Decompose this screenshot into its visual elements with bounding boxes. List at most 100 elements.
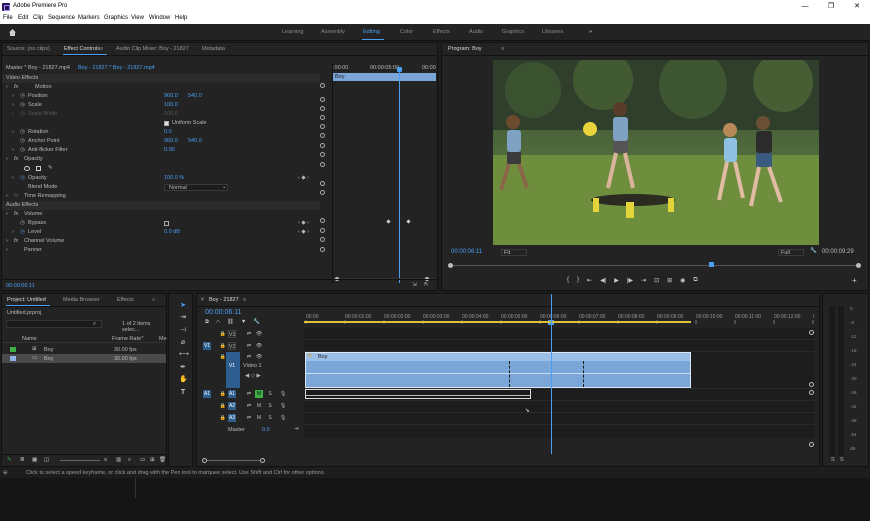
home-icon[interactable] xyxy=(8,28,17,37)
project-item-row-selected[interactable]: ▭ Boy 30.00 fps xyxy=(2,354,166,363)
settings-wrench-icon[interactable]: 🔧 xyxy=(810,248,817,254)
track-v1-target[interactable] xyxy=(226,352,240,388)
menu-graphics[interactable]: Graphics xyxy=(104,15,128,21)
maximize-button[interactable]: ❐ xyxy=(818,0,844,14)
bypass-checkbox[interactable] xyxy=(164,221,169,226)
ripple-edit-tool-icon[interactable]: ⊣ xyxy=(179,327,187,335)
go-to-out-button[interactable]: ⇥ xyxy=(641,277,646,287)
menu-clip[interactable]: Clip xyxy=(33,15,43,21)
vscroll-handle-bottom[interactable] xyxy=(809,442,814,447)
scale-value[interactable]: 100.0 xyxy=(164,101,178,110)
tab-effects[interactable]: Effects xyxy=(117,297,134,303)
hscroll-track[interactable] xyxy=(207,460,260,461)
ec-keyframe-1[interactable] xyxy=(386,219,391,224)
clip-path-label[interactable]: Boy - 21827 * Boy - 21827.mp4 xyxy=(78,65,155,71)
project-item-name[interactable]: Boy xyxy=(44,347,53,353)
solo-right-button[interactable]: S xyxy=(840,457,844,463)
slip-tool-icon[interactable]: ⟷ xyxy=(179,351,189,359)
ellipse-mask-icon[interactable] xyxy=(24,166,30,171)
tab-effect-controls[interactable]: Effect Controls xyxy=(64,46,100,52)
bypass-row[interactable]: ◷ Bypass ‹ ◆ › xyxy=(2,219,320,228)
tab-project[interactable]: Project: Untitled xyxy=(7,297,46,303)
ec-clip-bar[interactable]: Boy xyxy=(333,73,436,81)
program-timecode[interactable]: 00:00:06:11 xyxy=(451,249,482,255)
keyframe-nav-icon[interactable]: ‹ ◆ › xyxy=(298,174,309,183)
menu-edit[interactable]: Edit xyxy=(18,15,28,21)
trash-icon[interactable]: 🗑 xyxy=(159,457,166,463)
add-marker-icon[interactable]: ▼ xyxy=(241,319,246,327)
rectangle-mask-icon[interactable] xyxy=(36,166,41,171)
menu-help[interactable]: Help xyxy=(175,15,187,21)
effect-controls-menu-icon[interactable]: ≡ xyxy=(100,46,103,52)
pen-mask-icon[interactable]: ✎ xyxy=(48,164,53,173)
timeline-hscroll[interactable] xyxy=(202,458,814,464)
sync-lock-icon[interactable]: ⇄ xyxy=(245,330,253,338)
track-a3-label[interactable]: A3 xyxy=(228,414,236,422)
reset-scale-icon[interactable] xyxy=(320,106,325,111)
menu-markers[interactable]: Markers xyxy=(78,15,100,21)
reset-flicker-icon[interactable] xyxy=(320,152,325,157)
sync-lock-icon[interactable]: ⇄ xyxy=(245,342,253,350)
writable-lock-icon[interactable]: ✎ xyxy=(7,457,12,463)
sync-lock-icon[interactable]: ⇄ xyxy=(245,414,253,422)
close-button[interactable]: ✕ xyxy=(844,0,870,14)
uniform-scale-checkbox[interactable] xyxy=(164,121,169,126)
workspace-assembly[interactable]: Assembly xyxy=(321,29,345,35)
step-forward-button[interactable]: |▶ xyxy=(627,277,633,287)
remap-row[interactable]: › fx Time Remapping xyxy=(2,192,320,201)
resolution-select[interactable]: Full xyxy=(778,249,804,256)
track-v3-label[interactable]: V3 xyxy=(228,330,236,338)
track-a1-label[interactable]: A1 xyxy=(228,390,236,398)
project-item-row[interactable]: ⊞ Boy 30.00 fps xyxy=(2,345,166,354)
blend-mode-select[interactable]: Normal xyxy=(164,184,228,191)
microphone-icon[interactable]: 🎙 xyxy=(279,414,287,422)
mute-button[interactable]: M xyxy=(255,402,263,410)
eye-icon[interactable]: 👁 xyxy=(255,353,263,361)
stopwatch-icon[interactable]: ◷ xyxy=(20,146,25,155)
reset-opacity-icon[interactable] xyxy=(320,162,325,167)
motion-row[interactable]: › fx Motion xyxy=(2,83,320,92)
tab-metadata[interactable]: Metadata xyxy=(202,46,225,52)
lock-icon[interactable]: 🔒 xyxy=(219,342,227,350)
channel-volume-row[interactable]: › fx Channel Volume xyxy=(2,237,320,246)
sync-lock-icon[interactable]: ⇄ xyxy=(245,402,253,410)
automate-to-sequence-icon[interactable]: ▥ xyxy=(116,457,121,463)
opacity-rubberband[interactable] xyxy=(306,373,690,374)
reset-rotation-icon[interactable] xyxy=(320,133,325,138)
zoom-select[interactable]: Fit xyxy=(501,249,527,256)
mark-out-button[interactable]: } xyxy=(577,277,579,287)
program-video-frame[interactable] xyxy=(493,60,819,245)
master-clip-label[interactable]: Master * Boy - 21827.mp4 xyxy=(6,65,70,71)
workspace-audio[interactable]: Audio xyxy=(469,29,483,35)
workspace-color[interactable]: Color xyxy=(400,29,413,35)
sync-lock-icon[interactable]: ⇄ xyxy=(245,353,253,361)
lock-icon[interactable]: 🔒 xyxy=(219,402,227,410)
reset-motion-icon[interactable] xyxy=(320,83,325,88)
new-bin-icon[interactable]: ▭ xyxy=(140,457,145,463)
play-button[interactable]: ▶ xyxy=(614,277,619,287)
stopwatch-icon[interactable]: ◷ xyxy=(20,137,25,146)
work-area-bar[interactable] xyxy=(304,321,691,323)
razor-tool-icon[interactable]: ⌀ xyxy=(179,339,187,347)
reset-opacity-value-icon[interactable] xyxy=(320,181,325,186)
keyframe-nav-icon[interactable]: ‹ ◆ › xyxy=(298,219,309,228)
solo-left-button[interactable]: S xyxy=(831,457,835,463)
tab-source[interactable]: Source: (no clips) xyxy=(7,46,50,52)
icon-view-icon[interactable]: ▦ xyxy=(32,457,37,463)
reset-position-icon[interactable] xyxy=(320,97,325,102)
mute-button[interactable]: M xyxy=(255,414,263,422)
anchor-x-value[interactable]: 960.0 xyxy=(164,137,178,146)
level-value[interactable]: 0.0 dB xyxy=(164,228,180,237)
rotation-row[interactable]: › ◷ Rotation 0.0 xyxy=(2,128,320,137)
reset-level-icon[interactable] xyxy=(320,237,325,242)
hand-tool-icon[interactable]: ✋ xyxy=(179,376,188,384)
tab-program[interactable]: Program: Boy xyxy=(448,46,482,52)
new-item-icon[interactable]: ⊞ xyxy=(150,457,155,463)
eye-icon[interactable]: 👁 xyxy=(255,330,263,338)
opacity-section-row[interactable]: › fx Opacity xyxy=(2,155,320,164)
col-media-header[interactable]: Me xyxy=(159,336,167,342)
button-editor-icon[interactable]: + xyxy=(852,276,857,285)
workspace-more-button[interactable]: » xyxy=(589,29,592,35)
stopwatch-active-icon[interactable]: ◷ xyxy=(20,174,25,183)
type-tool-icon[interactable]: T xyxy=(179,389,187,397)
